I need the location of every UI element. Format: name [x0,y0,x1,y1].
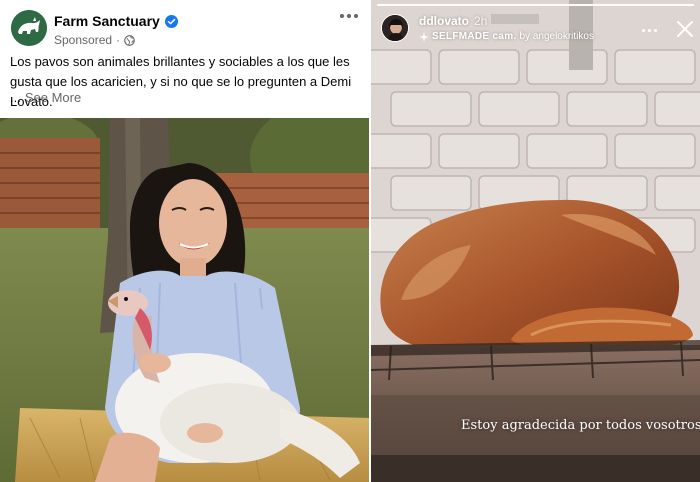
camera-effect-author: by angelokritikos [519,31,594,42]
page-name-row: Farm Sanctuary [54,13,178,29]
story-username[interactable]: ddlovato [419,14,469,28]
story-progress-fill [377,4,694,6]
globe-icon [124,34,135,46]
story-progress-bar [377,4,694,6]
story-header: ddlovato 2h SELFMADE cam. by angelokritik… [371,0,700,50]
story-more-options-icon[interactable] [642,26,660,34]
story-caption: Estoy agradecida por todos vosotros [461,418,700,433]
story-sub-label[interactable]: SELFMADE cam. by angelokritikos [419,31,594,42]
story-username-row: ddlovato 2h [419,14,487,28]
verified-badge-icon [164,14,178,28]
page-avatar[interactable] [11,10,47,46]
ellipsis: ... [10,90,21,105]
post-meta: Sponsored · [54,33,135,47]
meta-separator: · [116,33,121,47]
post-header: Farm Sanctuary Sponsored · [0,0,369,52]
story-caption-text: Estoy agradecida por todos vosotros [461,418,700,433]
see-more-link[interactable]: See More [25,90,81,105]
page-name[interactable]: Farm Sanctuary [54,13,160,29]
post-photo[interactable] [0,118,369,482]
see-more-row: ... See More [10,90,81,105]
farm-sanctuary-logo-icon [11,10,47,46]
close-icon[interactable] [676,20,694,38]
profile-picture-icon [382,15,408,41]
woman-holding-turkey-photo [0,118,369,482]
story-time: 2h [474,14,488,28]
story-photo-roast-turkey [371,0,700,482]
sparkle-icon [419,31,429,42]
instagram-story[interactable]: ddlovato 2h SELFMADE cam. by angelokritik… [371,0,700,482]
facebook-post: Farm Sanctuary Sponsored · Los pavos son… [0,0,369,482]
more-options-icon[interactable] [338,8,360,24]
sponsored-label[interactable]: Sponsored [54,33,112,47]
story-avatar[interactable] [381,14,409,42]
camera-effect-name: SELFMADE cam. [432,31,517,42]
